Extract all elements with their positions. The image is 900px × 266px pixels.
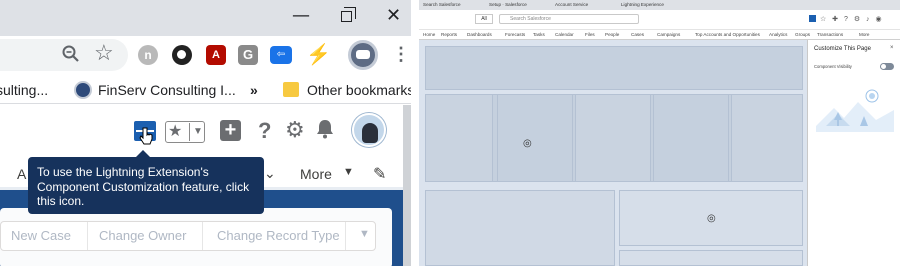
- nav-item[interactable]: More: [859, 31, 869, 39]
- nav-item[interactable]: Forecasts: [505, 31, 525, 39]
- nav-item[interactable]: Cases: [631, 31, 644, 39]
- header-utility-icons[interactable]: ☆ ✚ ? ⚙ ♪ ◉: [809, 15, 884, 23]
- nav-item[interactable]: Transactions: [817, 31, 843, 39]
- browser-tab[interactable]: Search Salesforce: [423, 1, 481, 9]
- nav-item[interactable]: Calendar: [555, 31, 574, 39]
- browser-toolbar: ☆ n A G ⇦ ⚡ ⋮: [0, 36, 411, 76]
- divider: [87, 222, 88, 250]
- bookmark-star-icon[interactable]: ☆: [94, 42, 114, 64]
- minimize-button[interactable]: —: [292, 6, 310, 26]
- nav-item[interactable]: Tasks: [533, 31, 545, 39]
- folder-icon: [283, 82, 299, 97]
- new-case-button[interactable]: New Case: [11, 228, 71, 243]
- finserv-favicon-icon: [74, 81, 92, 99]
- global-search-input[interactable]: Search Salesforce: [499, 14, 639, 24]
- eye-hidden-icon[interactable]: ◎: [523, 138, 532, 149]
- lightning-bolt-extension-icon[interactable]: ⚡: [306, 45, 331, 65]
- nav-item[interactable]: Groups: [795, 31, 810, 39]
- more-caret-icon[interactable]: ▼: [343, 166, 354, 178]
- search-scope-select[interactable]: All: [475, 14, 493, 24]
- component-customization-icon[interactable]: [809, 15, 816, 22]
- bookmarks-bar: sulting... FinServ Consulting I... » Oth…: [0, 76, 411, 104]
- details-section-preview[interactable]: [425, 190, 615, 266]
- favorites-star-icon[interactable]: ★: [168, 123, 182, 141]
- nav-more-button[interactable]: More: [300, 166, 332, 182]
- maximize-button[interactable]: [341, 7, 356, 22]
- panel-title: Customize This Page: [814, 46, 871, 52]
- notification-bell-icon[interactable]: [316, 119, 334, 139]
- bookmarks-overflow-button[interactable]: »: [250, 81, 258, 99]
- favorites-button-group[interactable]: ★ ▼: [165, 121, 205, 143]
- divider: [202, 222, 203, 250]
- g-extension-icon[interactable]: G: [238, 45, 258, 65]
- user-avatar[interactable]: [352, 113, 386, 147]
- eye-hidden-icon[interactable]: ◎: [707, 213, 716, 224]
- sf-global-header: All Search Salesforce ☆ ✚ ? ⚙ ♪ ◉: [419, 10, 900, 30]
- mountain-illustration: [816, 89, 894, 132]
- pdf-extension-icon[interactable]: A: [206, 45, 226, 65]
- nav-item[interactable]: Home: [423, 31, 435, 39]
- nav-item[interactable]: Analytics: [769, 31, 787, 39]
- browser-tab[interactable]: Setup · Salesforce: [489, 1, 547, 9]
- related-list-preview[interactable]: [619, 250, 803, 266]
- chevron-down-icon[interactable]: ⌄: [264, 165, 276, 182]
- zoomed-browser-view: — ✕ ☆ n A G ⇦ ⚡ ⋮ sulting... FinServ Con…: [0, 0, 411, 266]
- card-preview[interactable]: [425, 94, 493, 182]
- extension-gray-icon[interactable]: n: [138, 45, 158, 65]
- hand-cursor-icon: [139, 127, 153, 145]
- change-record-type-button[interactable]: Change Record Type: [217, 228, 340, 243]
- customize-page-panel: Customize This Page × Component Visibili…: [807, 40, 900, 266]
- salesforce-extension-icon[interactable]: [348, 40, 378, 70]
- close-window-button[interactable]: ✕: [386, 6, 401, 26]
- nav-item[interactable]: Campaigns: [657, 31, 680, 39]
- global-actions-plus-icon[interactable]: +: [220, 120, 241, 141]
- card-preview[interactable]: [575, 94, 651, 182]
- browser-tab[interactable]: Account Service: [555, 1, 613, 9]
- change-owner-button[interactable]: Change Owner: [99, 228, 186, 243]
- divider: [345, 222, 346, 250]
- component-visibility-toggle[interactable]: [880, 63, 894, 70]
- help-icon[interactable]: ?: [258, 120, 271, 142]
- browser-tab[interactable]: Lightning Experience: [621, 1, 689, 9]
- browser-title-bar: — ✕: [0, 0, 411, 36]
- page-layout-preview: ◎ ◎: [425, 44, 805, 266]
- bookmark-item[interactable]: sulting...: [0, 81, 48, 99]
- nav-item-partial[interactable]: A: [17, 166, 26, 182]
- card-preview[interactable]: [731, 94, 803, 182]
- record-highlights-card: New Case Change Owner Change Record Type…: [0, 208, 392, 266]
- edit-nav-pencil-icon[interactable]: ✎: [373, 164, 386, 184]
- extension-circle-icon[interactable]: [172, 45, 192, 65]
- other-bookmarks-button[interactable]: Other bookmarks: [307, 81, 411, 99]
- bookmark-item[interactable]: FinServ Consulting I...: [98, 81, 236, 99]
- browser-menu-icon[interactable]: ⋮: [392, 44, 410, 64]
- customization-tooltip: To use the Lightning Extension's Compone…: [28, 157, 264, 214]
- highlights-panel-preview[interactable]: [425, 46, 803, 90]
- salesforce-global-header: ★ ▼ + ? ⚙: [0, 105, 411, 158]
- component-visibility-label: Component Visibility: [814, 64, 852, 69]
- action-button-group: New Case Change Owner Change Record Type…: [0, 221, 376, 251]
- nav-item[interactable]: Reports: [441, 31, 457, 39]
- nav-item[interactable]: Dashboards: [467, 31, 492, 39]
- nav-item[interactable]: Top Accounts and Opportunities: [695, 31, 760, 39]
- blue-extension-icon[interactable]: ⇦: [270, 46, 292, 64]
- close-icon[interactable]: ×: [890, 45, 894, 51]
- gear-icon[interactable]: ⚙: [285, 119, 305, 141]
- nav-item[interactable]: People: [605, 31, 619, 39]
- scrollbar-track[interactable]: [403, 105, 411, 266]
- full-page-view: Search Salesforce Setup · Salesforce Acc…: [419, 0, 900, 266]
- card-preview[interactable]: [653, 94, 729, 182]
- nav-item[interactable]: Files: [585, 31, 595, 39]
- more-actions-dropdown-icon[interactable]: ▼: [359, 228, 370, 240]
- browser-tab-strip: Search Salesforce Setup · Salesforce Acc…: [419, 0, 900, 10]
- favorites-dropdown-icon[interactable]: ▼: [189, 123, 203, 141]
- card-preview[interactable]: [497, 94, 573, 182]
- sf-nav-bar: Home Reports Dashboards Forecasts Tasks …: [419, 30, 900, 40]
- zoom-icon[interactable]: [61, 44, 81, 64]
